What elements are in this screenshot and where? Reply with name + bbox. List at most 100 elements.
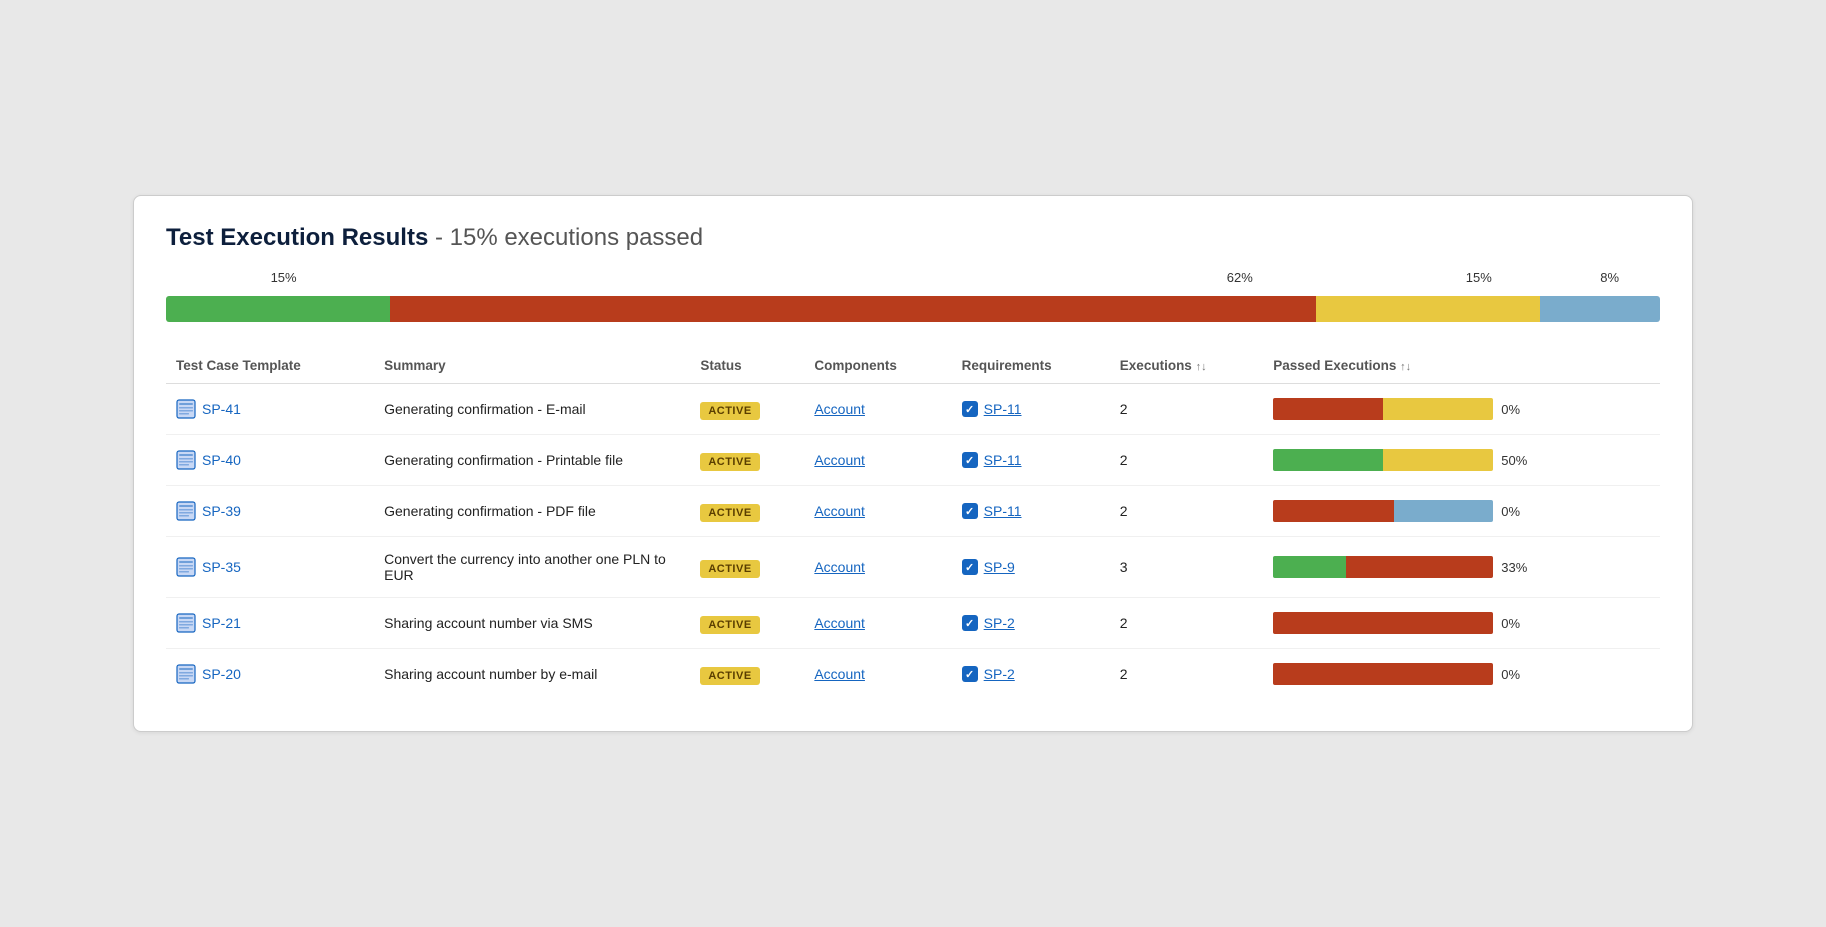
template-link[interactable]: SP-35 <box>176 557 364 577</box>
executions-count: 2 <box>1120 401 1128 417</box>
cell-passed-executions: 0% <box>1263 384 1660 435</box>
summary-text: Sharing account number by e-mail <box>384 666 597 682</box>
template-link[interactable]: SP-41 <box>176 399 364 419</box>
cell-template: SP-39 <box>166 486 374 537</box>
label-yellow: 15% <box>1466 270 1492 285</box>
bar-segment <box>1273 556 1346 578</box>
mini-bar-wrap: 0% <box>1273 612 1650 634</box>
req-link[interactable]: SP-2 <box>984 615 1015 631</box>
passed-pct-label: 50% <box>1501 453 1529 468</box>
status-badge: ACTIVE <box>700 667 759 685</box>
bar-green <box>166 296 390 322</box>
cell-component: Account <box>804 384 951 435</box>
cell-passed-executions: 50% <box>1263 435 1660 486</box>
cell-executions: 2 <box>1110 486 1263 537</box>
mini-bar <box>1273 449 1493 471</box>
summary-text: Convert the currency into another one PL… <box>384 551 666 583</box>
cell-requirements: SP-11 <box>952 435 1110 486</box>
template-icon <box>176 399 196 419</box>
cell-status: ACTIVE <box>690 486 804 537</box>
req-cell: SP-2 <box>962 615 1100 631</box>
results-table: Test Case Template Summary Status Compon… <box>166 350 1660 699</box>
component-link[interactable]: Account <box>814 559 865 575</box>
req-checkbox <box>962 666 978 682</box>
cell-executions: 2 <box>1110 435 1263 486</box>
req-cell: SP-2 <box>962 666 1100 682</box>
bar-segment <box>1383 449 1493 471</box>
cell-template: SP-41 <box>166 384 374 435</box>
bar-yellow <box>1316 296 1540 322</box>
passed-pct-label: 0% <box>1501 504 1529 519</box>
req-checkbox <box>962 452 978 468</box>
req-checkbox <box>962 559 978 575</box>
template-link[interactable]: SP-39 <box>176 501 364 521</box>
component-link[interactable]: Account <box>814 666 865 682</box>
mini-bar <box>1273 556 1493 578</box>
cell-executions: 2 <box>1110 649 1263 700</box>
title-bold: Test Execution Results <box>166 224 428 251</box>
component-link[interactable]: Account <box>814 503 865 519</box>
passed-pct-label: 0% <box>1501 402 1529 417</box>
progress-section: 15% 62% 15% 8% <box>166 270 1660 322</box>
component-link[interactable]: Account <box>814 452 865 468</box>
cell-passed-executions: 0% <box>1263 649 1660 700</box>
status-badge: ACTIVE <box>700 402 759 420</box>
cell-executions: 2 <box>1110 384 1263 435</box>
bar-red <box>390 296 1316 322</box>
mini-bar <box>1273 612 1493 634</box>
cell-requirements: SP-11 <box>952 486 1110 537</box>
passed-pct-label: 0% <box>1501 667 1529 682</box>
component-link[interactable]: Account <box>814 615 865 631</box>
th-template: Test Case Template <box>166 350 374 384</box>
cell-requirements: SP-11 <box>952 384 1110 435</box>
executions-count: 2 <box>1120 666 1128 682</box>
progress-bar <box>166 296 1660 322</box>
label-green: 15% <box>271 270 297 285</box>
executions-count: 2 <box>1120 452 1128 468</box>
th-components: Components <box>804 350 951 384</box>
passed-sort-icon: ↑↓ <box>1400 361 1411 373</box>
bar-blue <box>1540 296 1660 322</box>
th-executions[interactable]: Executions ↑↓ <box>1110 350 1263 384</box>
cell-template: SP-40 <box>166 435 374 486</box>
cell-component: Account <box>804 435 951 486</box>
template-id: SP-20 <box>202 666 241 682</box>
req-link[interactable]: SP-2 <box>984 666 1015 682</box>
cell-template: SP-20 <box>166 649 374 700</box>
status-badge: ACTIVE <box>700 453 759 471</box>
cell-requirements: SP-2 <box>952 598 1110 649</box>
req-cell: SP-9 <box>962 559 1100 575</box>
cell-component: Account <box>804 486 951 537</box>
cell-template: SP-21 <box>166 598 374 649</box>
template-link[interactable]: SP-21 <box>176 613 364 633</box>
summary-text: Generating confirmation - Printable file <box>384 452 623 468</box>
cell-requirements: SP-2 <box>952 649 1110 700</box>
th-passed[interactable]: Passed Executions ↑↓ <box>1263 350 1660 384</box>
req-link[interactable]: SP-11 <box>984 452 1022 468</box>
cell-passed-executions: 0% <box>1263 598 1660 649</box>
req-link[interactable]: SP-11 <box>984 401 1022 417</box>
template-link[interactable]: SP-20 <box>176 664 364 684</box>
cell-status: ACTIVE <box>690 384 804 435</box>
bar-segment <box>1273 449 1383 471</box>
progress-labels: 15% 62% 15% 8% <box>166 270 1660 292</box>
template-id: SP-39 <box>202 503 241 519</box>
passed-pct-label: 33% <box>1501 560 1529 575</box>
status-badge: ACTIVE <box>700 616 759 634</box>
cell-summary: Sharing account number via SMS <box>374 598 690 649</box>
label-blue: 8% <box>1600 270 1619 285</box>
cell-passed-executions: 0% <box>1263 486 1660 537</box>
template-id: SP-21 <box>202 615 241 631</box>
cell-status: ACTIVE <box>690 435 804 486</box>
req-cell: SP-11 <box>962 452 1100 468</box>
cell-summary: Sharing account number by e-mail <box>374 649 690 700</box>
component-link[interactable]: Account <box>814 401 865 417</box>
req-cell: SP-11 <box>962 401 1100 417</box>
table-row: SP-39 Generating confirmation - PDF file… <box>166 486 1660 537</box>
req-link[interactable]: SP-9 <box>984 559 1015 575</box>
passed-pct-label: 0% <box>1501 616 1529 631</box>
cell-component: Account <box>804 649 951 700</box>
req-link[interactable]: SP-11 <box>984 503 1022 519</box>
mini-bar <box>1273 663 1493 685</box>
template-link[interactable]: SP-40 <box>176 450 364 470</box>
